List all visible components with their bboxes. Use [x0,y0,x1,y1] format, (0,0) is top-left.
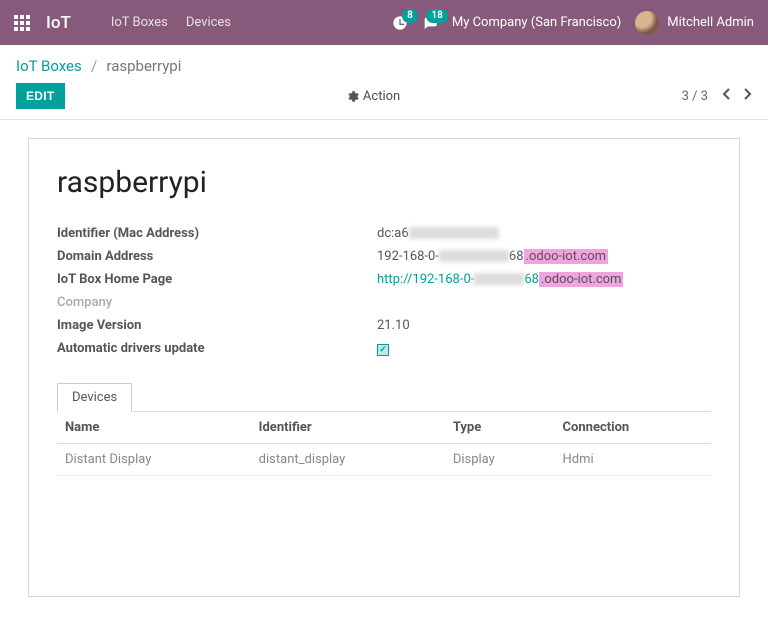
company-switcher[interactable]: My Company (San Francisco) [452,15,621,30]
col-name[interactable]: Name [57,412,251,444]
edit-button[interactable]: EDIT [16,83,65,109]
field-value-auto-update [377,341,711,356]
tabs: Devices [57,382,711,412]
messaging-icon[interactable]: 18 [422,15,438,31]
brand[interactable]: IoT [46,13,71,33]
breadcrumb-sep: / [91,57,97,75]
nav-link-iot-boxes[interactable]: IoT Boxes [111,15,168,30]
breadcrumb-root[interactable]: IoT Boxes [16,57,82,75]
table-row[interactable]: Distant Display distant_display Display … [57,444,711,476]
cell-connection: Hdmi [555,444,711,476]
user-menu[interactable]: Mitchell Admin [635,11,754,35]
record-title: raspberrypi [57,165,711,200]
cell-identifier: distant_display [251,444,445,476]
field-value-domain: 192-168-0-68.odoo-iot.com [377,249,711,264]
col-type[interactable]: Type [445,412,555,444]
field-label-company: Company [57,295,377,310]
user-name: Mitchell Admin [667,15,754,30]
activity-badge: 8 [402,9,418,23]
cell-name: Distant Display [57,444,251,476]
field-value-identifier: dc:a6 [377,226,711,241]
nav-link-devices[interactable]: Devices [186,15,231,30]
tab-devices[interactable]: Devices [57,383,132,412]
cell-type: Display [445,444,555,476]
activity-icon[interactable]: 8 [392,15,408,31]
form-sheet: raspberrypi Identifier (Mac Address) dc:… [28,138,740,597]
sheet-wrap: raspberrypi Identifier (Mac Address) dc:… [0,120,768,617]
avatar [635,11,659,35]
apps-icon[interactable] [14,15,30,31]
checkbox-icon[interactable] [377,344,389,356]
field-label-homepage: IoT Box Home Page [57,272,377,287]
col-identifier[interactable]: Identifier [251,412,445,444]
action-label: Action [363,89,400,104]
field-value-homepage[interactable]: http://192-168-0-68.odoo-iot.com [377,272,711,287]
action-menu[interactable]: Action [65,89,682,104]
control-panel: EDIT Action 3 / 3 [0,79,768,120]
navbar: IoT IoT Boxes Devices 8 18 My Company (S… [0,0,768,45]
field-label-image-version: Image Version [57,318,377,333]
pager-text: 3 / 3 [682,89,708,104]
field-label-identifier: Identifier (Mac Address) [57,226,377,241]
field-label-domain: Domain Address [57,249,377,264]
pager: 3 / 3 [682,88,752,104]
col-connection[interactable]: Connection [555,412,711,444]
breadcrumb-current: raspberrypi [106,57,181,75]
field-label-auto-update: Automatic drivers update [57,341,377,356]
field-value-image-version: 21.10 [377,318,711,333]
pager-next-icon[interactable] [744,88,752,104]
devices-table: Name Identifier Type Connection Distant … [57,412,711,476]
breadcrumb: IoT Boxes / raspberrypi [0,45,768,79]
pager-prev-icon[interactable] [722,88,730,104]
messaging-badge: 18 [426,9,447,23]
